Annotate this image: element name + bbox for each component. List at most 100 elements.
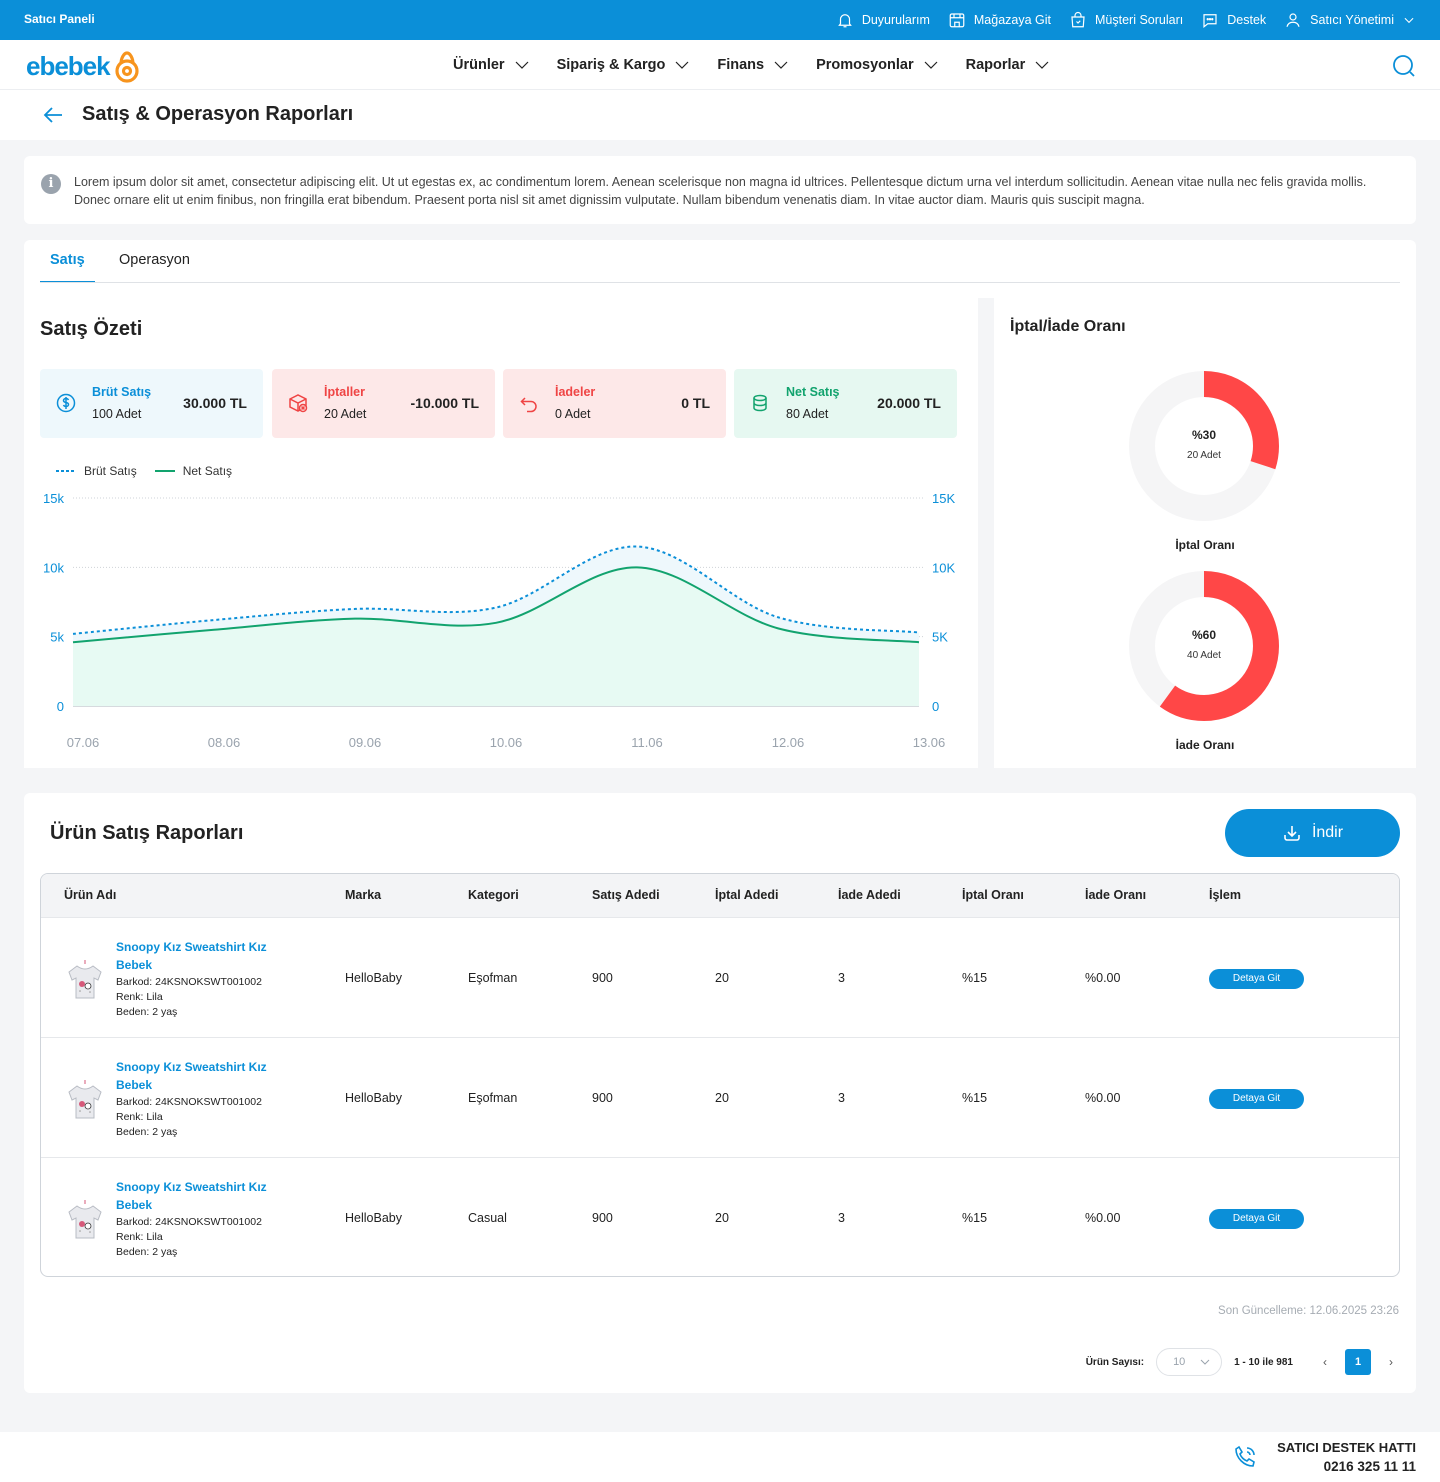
- legend-net: Net Satış: [154, 464, 233, 478]
- store-icon: [949, 13, 965, 28]
- product-thumbnail[interactable]: [65, 1078, 105, 1124]
- download-icon: [1284, 826, 1300, 841]
- cell-sold-qty: 900: [592, 1091, 613, 1105]
- table-row: Snoopy Kız Sweatshirt Kız Bebek Barkod: 2…: [41, 1037, 1399, 1157]
- net-sales-card: Net Satış 80 Adet 20.000 TL: [734, 369, 957, 438]
- x-tick-label: 12.06: [772, 735, 805, 750]
- go-to-store-link[interactable]: Mağazaya Git: [948, 11, 1051, 29]
- cell-cancel-qty: 20: [715, 1211, 729, 1225]
- product-report-table: Ürün Adı Marka Kategori Satış Adedi İpta…: [40, 873, 1400, 1277]
- chevron-down-icon: [774, 61, 788, 69]
- detail-button[interactable]: Detaya Git: [1209, 1209, 1304, 1229]
- chevron-down-icon: [515, 61, 529, 69]
- page-number-button[interactable]: 1: [1345, 1349, 1371, 1375]
- support-link[interactable]: Destek: [1201, 11, 1266, 29]
- y-tick-left: 0: [57, 699, 64, 714]
- go-to-store-label: Mağazaya Git: [973, 13, 1052, 27]
- x-tick-label: 13.06: [913, 735, 946, 750]
- page-title: Satış & Operasyon Raporları: [82, 103, 354, 125]
- x-tick-label: 08.06: [208, 735, 241, 750]
- back-arrow-icon[interactable]: [42, 105, 64, 125]
- product-color: Renk: Lila: [116, 1111, 163, 1123]
- announcements-link[interactable]: Duyurularım: [836, 11, 930, 29]
- seller-management-label: Satıcı Yönetimi: [1310, 13, 1394, 27]
- cell-return-qty: 3: [838, 1211, 845, 1225]
- chevron-down-icon: [675, 61, 689, 69]
- table-row: Snoopy Kız Sweatshirt Kız Bebek Barkod: 2…: [41, 1157, 1399, 1276]
- announcements-label: Duyurularım: [861, 13, 930, 27]
- menu-products-label: Ürünler: [453, 57, 505, 73]
- seller-management-menu[interactable]: Satıcı Yönetimi: [1284, 11, 1416, 29]
- col-category: Kategori: [468, 888, 519, 902]
- col-action: İşlem: [1209, 888, 1241, 902]
- donut-percent: %30: [1191, 428, 1217, 442]
- search-icon[interactable]: [1392, 54, 1416, 78]
- returns-card: İadeler 0 Adet 0 TL: [503, 369, 726, 438]
- cell-brand: HelloBaby: [345, 1091, 402, 1105]
- product-name-link[interactable]: Snoopy Kız Sweatshirt Kız Bebek: [116, 1058, 286, 1094]
- donut-chart: [1129, 371, 1279, 521]
- footer: SATICI DESTEK HATTI 0216 325 11 11: [0, 1432, 1440, 1482]
- legend-gross: Brüt Satış: [56, 464, 137, 478]
- x-tick-label: 11.06: [631, 735, 663, 750]
- legend-gross-label: Brüt Satış: [84, 464, 137, 478]
- card-value: 30.000 TL: [183, 395, 247, 411]
- col-cancel-qty: İptal Adedi: [715, 888, 779, 902]
- product-thumbnail[interactable]: [65, 958, 105, 1004]
- prev-page-button[interactable]: ‹: [1317, 1355, 1333, 1369]
- menu-reports-label: Raporlar: [965, 57, 1026, 73]
- legend-net-label: Net Satış: [182, 464, 233, 478]
- summary-title: Satış Özeti: [40, 318, 143, 340]
- download-button[interactable]: İndir: [1225, 809, 1400, 857]
- product-meta: Barkod: 24KSNOKSWT001002 Renk: Lila Beden:…: [116, 1095, 262, 1140]
- menu-orders-shipping[interactable]: Sipariş & Kargo: [557, 56, 692, 74]
- cell-cancel-rate: %15: [962, 1091, 988, 1105]
- product-color: Renk: Lila: [116, 1231, 163, 1243]
- y-tick-left: 15k: [43, 491, 64, 506]
- x-tick-label: 07.06: [67, 735, 100, 750]
- product-name-link[interactable]: Snoopy Kız Sweatshirt Kız Bebek: [116, 938, 286, 974]
- tab-operation[interactable]: Operasyon: [119, 252, 190, 268]
- table-row: Snoopy Kız Sweatshirt Kız Bebek Barkod: 2…: [41, 917, 1399, 1037]
- product-barcode: Barkod: 24KSNOKSWT001002: [116, 976, 262, 988]
- y-tick-left: 5k: [50, 630, 64, 645]
- cell-return-rate: %0.00: [1085, 971, 1121, 985]
- chart-legend: Brüt Satış Net Satış: [56, 464, 232, 478]
- menu-promotions[interactable]: Promosyonlar: [816, 56, 940, 74]
- menu-orders-label: Sipariş & Kargo: [556, 57, 666, 73]
- menu-promotions-label: Promosyonlar: [816, 57, 914, 73]
- menu-products[interactable]: Ürünler: [453, 56, 531, 74]
- donut-chart: [1129, 571, 1279, 721]
- card-count: 80 Adet: [786, 407, 829, 421]
- support-line-title: SATICI DESTEK HATTI: [1277, 1440, 1416, 1455]
- next-page-button[interactable]: ›: [1383, 1355, 1399, 1369]
- card-value: 0 TL: [681, 395, 710, 411]
- detail-button[interactable]: Detaya Git: [1209, 1089, 1304, 1109]
- ebebek-logo[interactable]: ebebek: [26, 48, 142, 84]
- page-range: 1 - 10 ile 981: [1234, 1356, 1293, 1368]
- detail-button[interactable]: Detaya Git: [1209, 969, 1304, 989]
- donut-percent: %60: [1191, 628, 1217, 642]
- ratio-title: İptal/İade Oranı: [1010, 318, 1126, 335]
- product-barcode: Barkod: 24KSNOKSWT001002: [116, 1096, 262, 1108]
- cell-return-rate: %0.00: [1085, 1091, 1121, 1105]
- menu-finance[interactable]: Finans: [717, 56, 790, 74]
- customer-questions-link[interactable]: Müşteri Soruları: [1069, 11, 1183, 29]
- col-product-name: Ürün Adı: [64, 888, 117, 902]
- panel-brand: Satıcı Paneli: [24, 12, 95, 26]
- menu-reports[interactable]: Raporlar: [966, 56, 1052, 74]
- per-page-select[interactable]: 10: [1156, 1348, 1223, 1376]
- product-thumbnail[interactable]: [65, 1198, 105, 1244]
- coins-icon: [753, 394, 767, 412]
- product-color: Renk: Lila: [116, 991, 163, 1003]
- cancel-ratio-donut: %30 20 Adet: [1124, 366, 1284, 526]
- support-phone-number[interactable]: 0216 325 11 11: [1324, 1459, 1416, 1474]
- col-return-qty: İade Adedi: [838, 888, 901, 902]
- tab-sales[interactable]: Satış: [40, 252, 95, 283]
- chevron-down-icon: [1404, 17, 1414, 24]
- product-name-link[interactable]: Snoopy Kız Sweatshirt Kız Bebek: [116, 1178, 286, 1214]
- download-label: İndir: [1311, 824, 1344, 841]
- support-label: Destek: [1227, 13, 1267, 27]
- pagination: Ürün Sayısı: 10 1 - 10 ile 981 ‹ 1 ›: [1086, 1348, 1399, 1376]
- sales-area-chart: 0 0 5k 5K 10k 10K 15k 15K 07.06 08.06 09.06 10.06 11…: [43, 491, 955, 750]
